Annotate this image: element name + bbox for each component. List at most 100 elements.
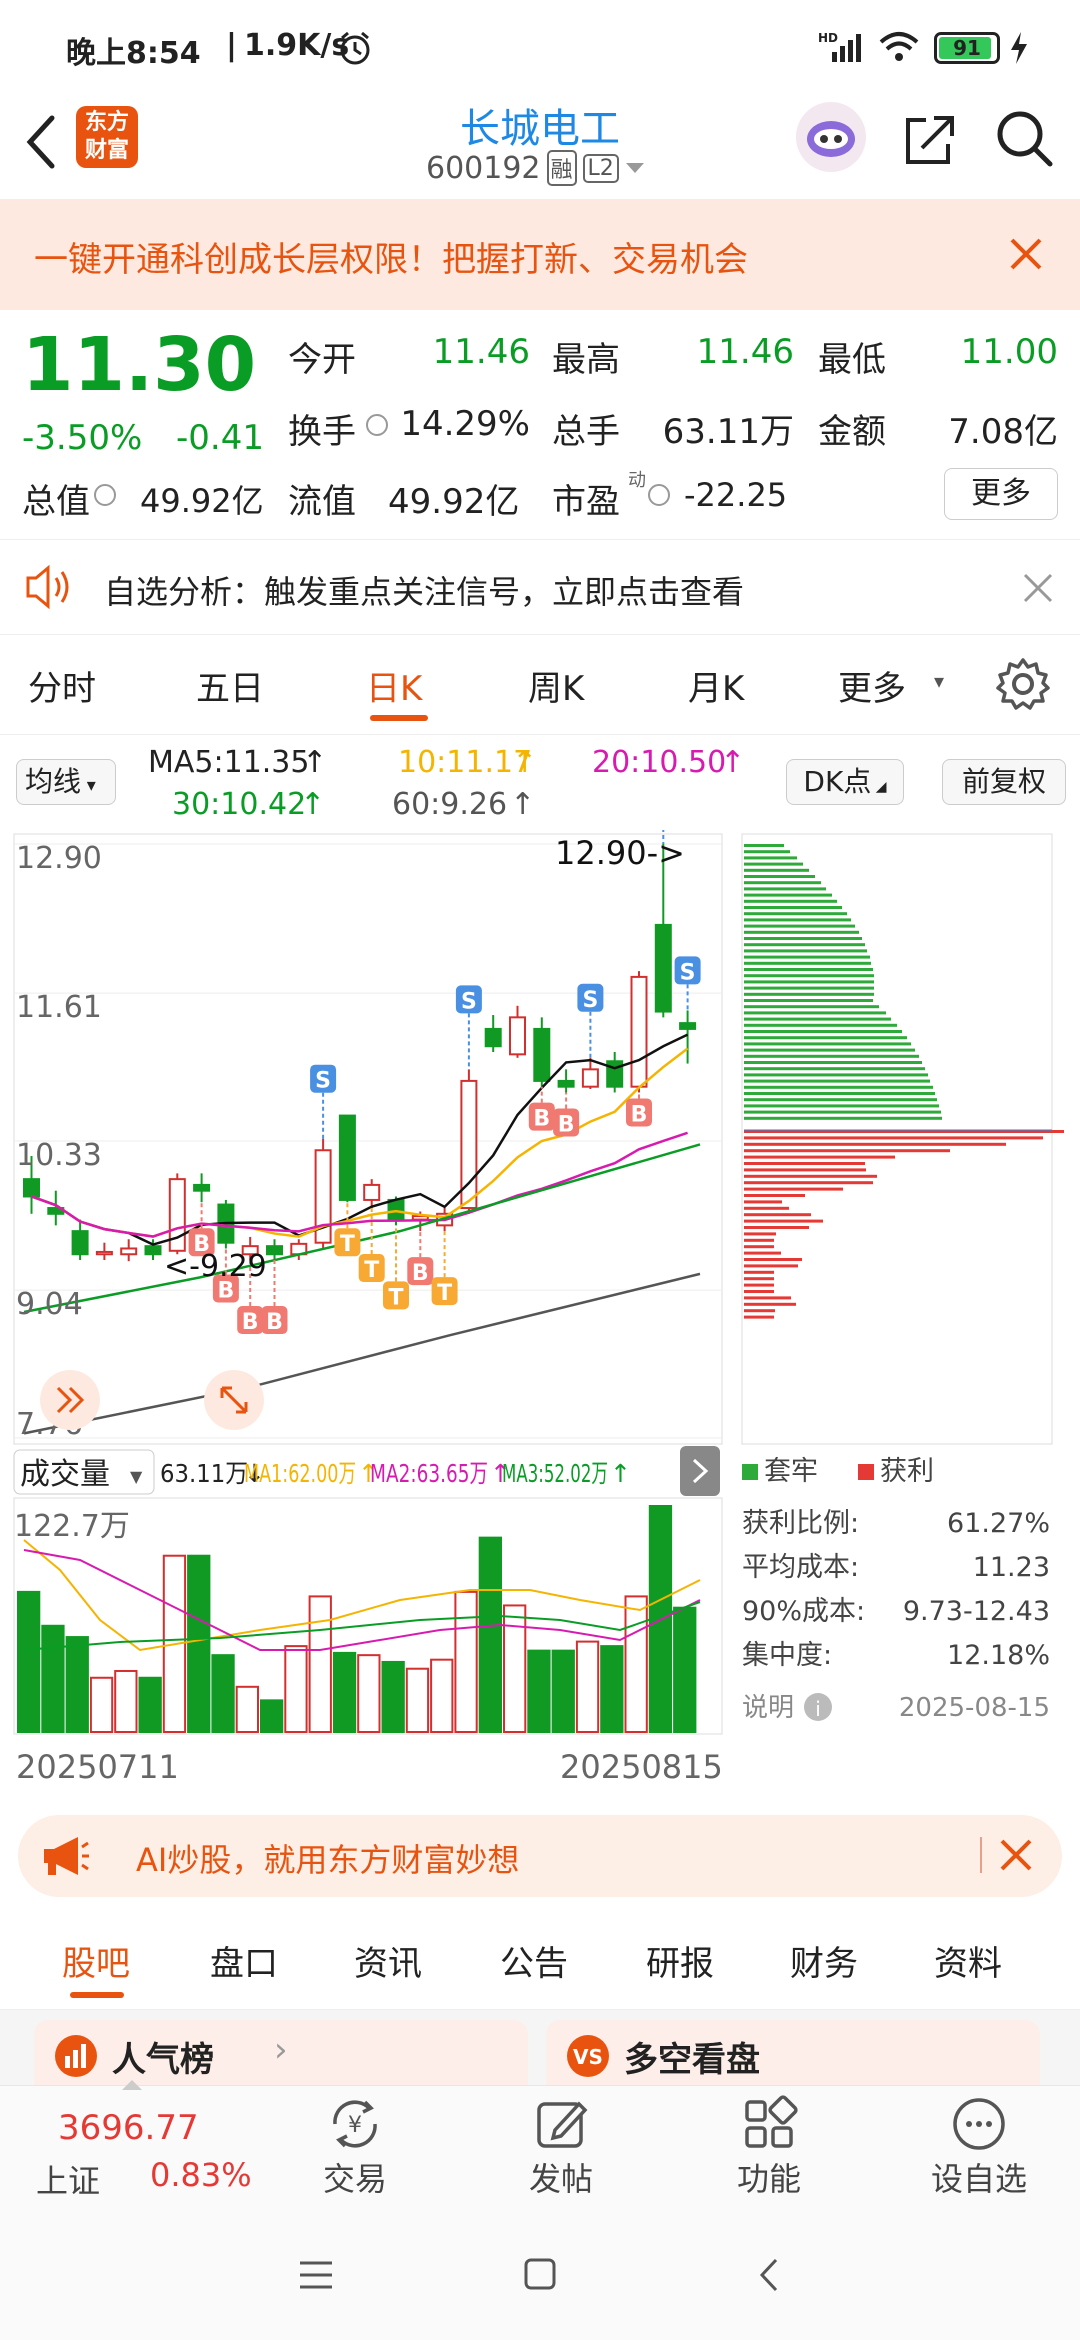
trade-button[interactable]: ¥ 交易 [300, 2086, 410, 2211]
chip-bar-profit [744, 1290, 774, 1293]
profit-label: 获利 [880, 1456, 934, 1487]
chip-bar-profit [744, 1174, 877, 1178]
bull-bear-card[interactable]: VS 多空看盘 [546, 2020, 1040, 2085]
profit-ratio-label: 获利比例: [742, 1508, 859, 1539]
trade-label: 交易 [322, 2160, 387, 2198]
promo-text: 一键开通科创成长层权限！把握打新、交易机会 [34, 240, 748, 280]
status-bar: 晚上8:54 | 1.9K/s HD 91 [0, 0, 1080, 92]
search-icon[interactable] [994, 108, 1056, 170]
close-icon[interactable] [1008, 236, 1044, 272]
chip-bar-profit [744, 1187, 843, 1191]
volume-bar [187, 1554, 211, 1733]
volume-next-button[interactable] [680, 1446, 720, 1496]
low-value: 11.00 [960, 332, 1058, 372]
high-label: 最高 [552, 340, 620, 380]
chip-bar-profit [744, 1162, 865, 1165]
section-tab[interactable]: 资料 [934, 1936, 1002, 1985]
assistant-avatar[interactable] [796, 102, 866, 172]
post-button[interactable]: 发帖 [506, 2086, 616, 2211]
chip-bar-trapped [744, 1042, 911, 1046]
kline-tab[interactable]: 五日 [196, 661, 264, 710]
svg-text:B: B [412, 1261, 429, 1286]
ma30-up-arrow: ↑ [300, 787, 326, 822]
kline-tab[interactable]: 周K [528, 661, 584, 710]
section-tab[interactable]: 资讯 [354, 1936, 422, 1985]
close-icon[interactable] [998, 1837, 1034, 1873]
chip-bar-trapped [744, 1030, 902, 1033]
ma-selector-label: 均线 [25, 765, 82, 798]
pe-dynamic-mark: 动 [628, 470, 646, 491]
analysis-bar[interactable]: 自选分析：触发重点关注信号，立即点击查看 [0, 540, 1080, 635]
section-tab[interactable]: 研报 [646, 1936, 714, 1985]
chip-bar-trapped [744, 986, 874, 990]
menu-icon[interactable] [296, 2258, 336, 2292]
chart-bars-icon [55, 2035, 97, 2077]
kline-tab[interactable]: 更多 [838, 661, 906, 710]
chip-bar-profit [744, 1277, 774, 1281]
watchlist-label: 设自选 [930, 2160, 1027, 2198]
promo-banner[interactable]: 一键开通科创成长层权限！把握打新、交易机会 [0, 200, 1080, 310]
popularity-card[interactable]: 人气榜 › [34, 2020, 528, 2085]
chip-bar-trapped [744, 974, 874, 978]
expand-control[interactable] [40, 1370, 100, 1430]
close-icon[interactable] [1022, 572, 1054, 604]
back-nav-icon[interactable] [754, 2256, 784, 2294]
bull-bear-title: 多空看盘 [624, 2040, 760, 2080]
info-icon[interactable] [648, 484, 670, 506]
megaphone-icon [44, 1837, 89, 1875]
chip-bar-profit [744, 1315, 774, 1319]
volume-bar [575, 1640, 600, 1733]
ai-banner[interactable]: AI炒股，就用东方财富妙想 [18, 1815, 1062, 1897]
chip-bar-profit [744, 1232, 776, 1236]
mktcap-value: 49.92亿 [140, 482, 264, 520]
analysis-text: 自选分析：触发重点关注信号，立即点击查看 [104, 573, 745, 611]
chip-bar-trapped [744, 856, 797, 860]
trapped-swatch [742, 1464, 758, 1480]
stock-code-row[interactable]: 600192 融 L2 [426, 148, 645, 188]
chip-bar-trapped [744, 893, 832, 897]
chip-bar-trapped [744, 862, 803, 866]
fullscreen-control[interactable] [204, 1370, 264, 1430]
kline-tab[interactable]: 月K [688, 661, 744, 710]
chip-bar-profit [744, 1264, 798, 1268]
system-navigation [0, 2210, 1080, 2340]
active-tab-indicator [70, 1992, 124, 1998]
section-tab[interactable]: 公告 [500, 1936, 568, 1985]
function-label: 功能 [736, 2160, 801, 2198]
section-tab[interactable]: 财务 [790, 1936, 858, 1985]
chip-bar-trapped [744, 1073, 928, 1077]
kline-tab[interactable]: 分时 [28, 661, 96, 710]
chip-bar-trapped [744, 992, 874, 996]
volume-bar [357, 1654, 381, 1733]
avg-cost-value: 11.23 [973, 1552, 1050, 1583]
settings-gear-icon[interactable] [996, 657, 1050, 711]
section-tab[interactable]: 股吧 [62, 1936, 130, 1985]
status-speed: 1.9K/s [244, 28, 350, 63]
chip-bar-trapped [744, 918, 851, 922]
chip-note-label[interactable]: 说明 [742, 1693, 794, 1723]
info-icon[interactable] [366, 414, 388, 436]
chip-bar-trapped [744, 1061, 922, 1064]
kline-chart[interactable]: BBBBTTBTTBBBSSSSS 12.9011.6110.339.047.7… [0, 830, 1080, 1800]
volume-legend: 成交量 ▼ 63.11万 ↓ MA1:62.00万 ↑ MA2:63.65万 ↑… [13, 1449, 631, 1495]
watchlist-button[interactable]: 设自选 [914, 2086, 1044, 2211]
volume-bar [284, 1645, 308, 1733]
ma-selector[interactable]: 均线 ▾ [16, 759, 116, 805]
adjust-button[interactable]: 前复权 [942, 759, 1066, 805]
dk-point-button[interactable]: DK点 ◢ [786, 759, 904, 805]
feature-cards: 人气榜 › VS 多空看盘 [0, 2010, 1080, 2085]
home-square-icon[interactable] [522, 2256, 558, 2292]
cost90-label: 90%成本: [742, 1596, 865, 1627]
volume-bar [235, 1685, 259, 1733]
chip-bar-trapped [744, 1110, 941, 1114]
section-tab[interactable]: 盘口 [210, 1936, 278, 1985]
function-button[interactable]: 功能 [714, 2086, 824, 2211]
share-icon[interactable] [900, 110, 958, 168]
index-ticker[interactable]: 3696.77 上证 0.83% [0, 2080, 290, 2211]
caret-up-icon [122, 2080, 142, 2090]
kline-tab[interactable]: 日K [366, 661, 422, 710]
ma30-value: 30:10.42 [172, 787, 307, 822]
info-icon[interactable] [94, 484, 116, 506]
back-icon[interactable] [22, 112, 58, 172]
more-button[interactable]: 更多 [944, 468, 1058, 520]
